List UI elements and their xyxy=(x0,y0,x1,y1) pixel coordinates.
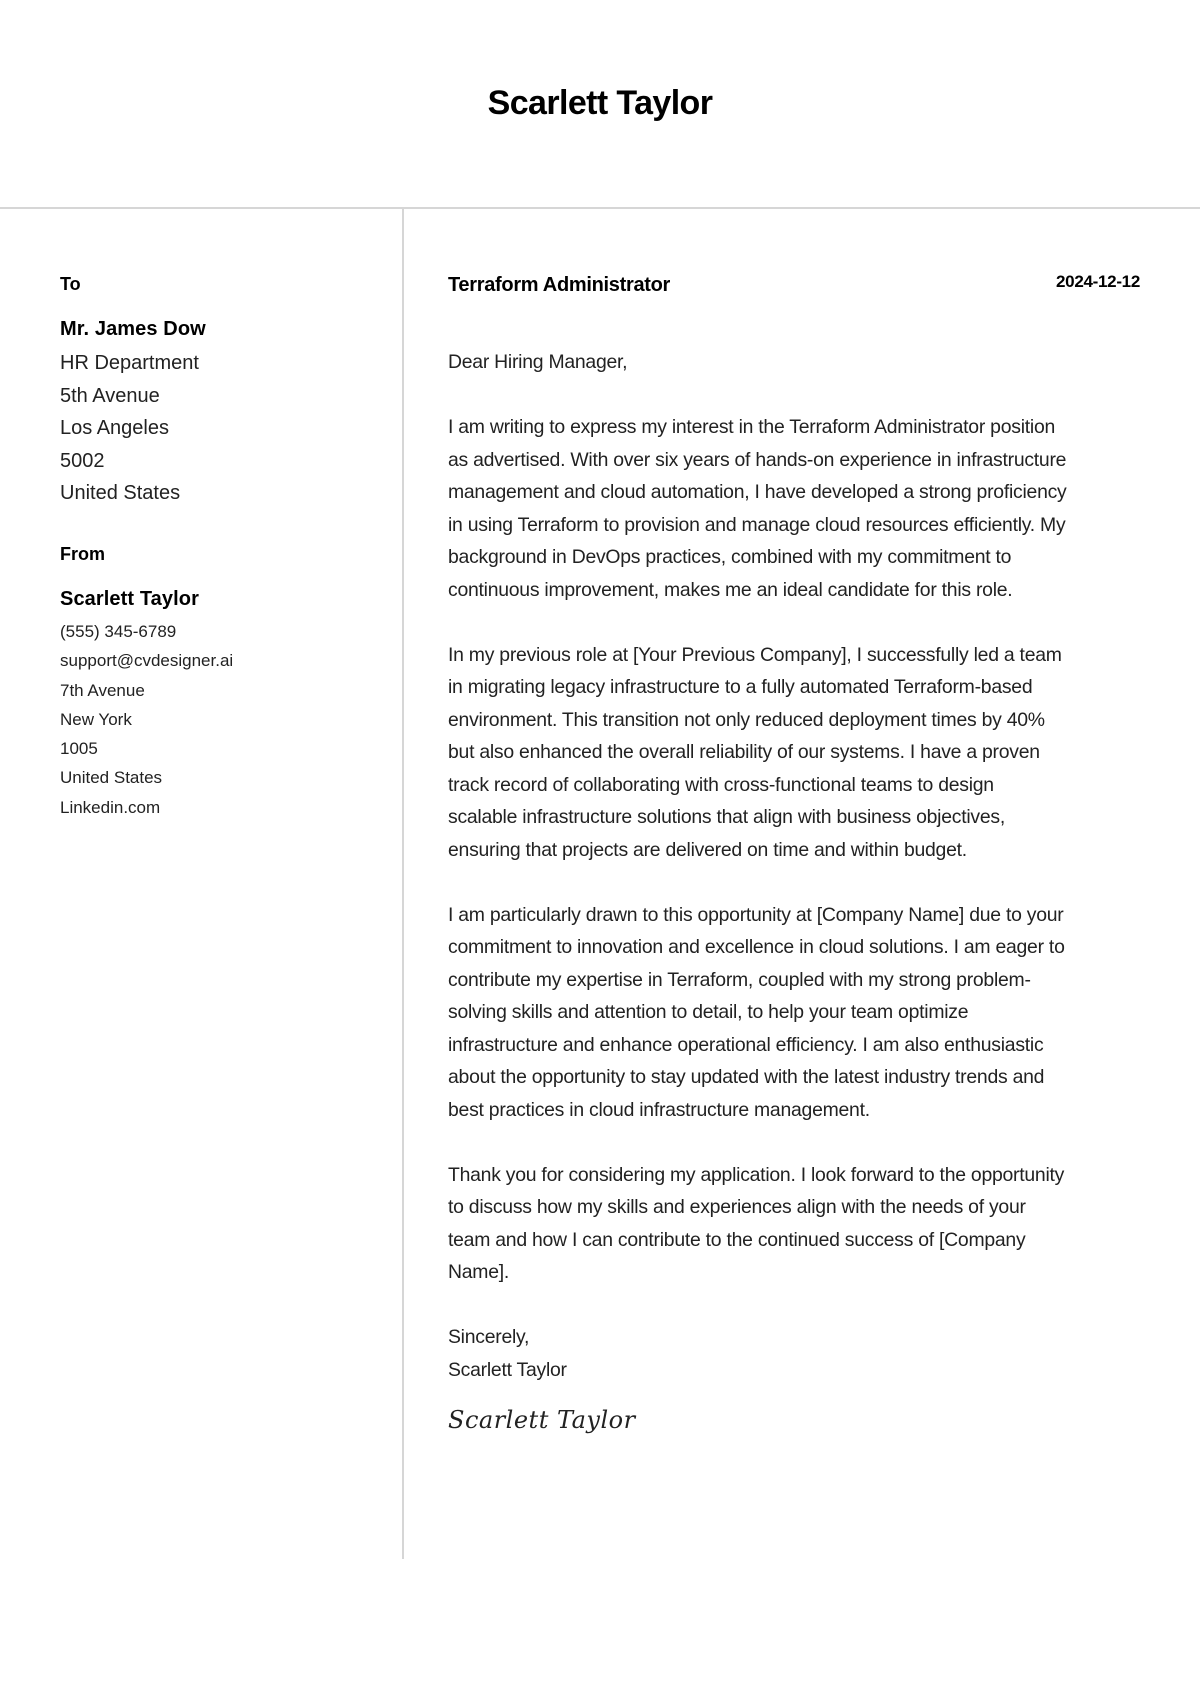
sender-street: 7th Avenue xyxy=(60,680,145,700)
paragraph-line: background in DevOps practices, combined… xyxy=(448,546,1012,568)
paragraph-line: in migrating legacy infrastructure to a … xyxy=(448,676,1033,698)
handwritten-signature: Scarlett Taylor xyxy=(448,1406,636,1434)
job-title: Terraform Administrator xyxy=(448,274,671,296)
paragraph-line: contribute my expertise in Terraform, co… xyxy=(448,968,1031,991)
recipient-country: United States xyxy=(60,482,181,504)
paragraph-line: continuous improvement, makes me an idea… xyxy=(448,578,1013,601)
column-divider xyxy=(402,209,404,1559)
sender-postal-code: 1005 xyxy=(60,739,98,759)
letter-date: 2024-12-12 xyxy=(1056,272,1140,291)
to-label: To xyxy=(60,274,81,294)
page-header: Scarlett Taylor xyxy=(0,0,1200,209)
paragraph-line: I am particularly drawn to this opportun… xyxy=(448,903,1064,926)
from-label: From xyxy=(60,544,105,564)
paragraph-line: Name]. xyxy=(448,1261,509,1283)
paragraph-line: to discuss how my skills and experiences… xyxy=(448,1196,1026,1218)
sender-email[interactable]: support@cvdesigner.ai xyxy=(60,646,233,675)
paragraph-line: environment. This transition not only re… xyxy=(448,708,1045,731)
recipient-postal-code: 5002 xyxy=(60,449,105,472)
paragraph-line: track record of collaborating with cross… xyxy=(448,773,994,796)
salutation: Dear Hiring Manager, xyxy=(448,346,1148,379)
closing-block: Sincerely, Scarlett Taylor xyxy=(448,1321,1148,1386)
paragraph-line: Thank you for considering my application… xyxy=(448,1163,1065,1186)
recipient-name: Mr. James Dow xyxy=(60,318,206,340)
recipient-department: HR Department xyxy=(60,352,199,374)
paragraph-line: ensuring that projects are delivered on … xyxy=(448,838,967,861)
paragraph-line: best practices in cloud infrastructure m… xyxy=(448,1098,870,1121)
sender-contact: (555) 345-6789 support@cvdesigner.ai 7th… xyxy=(60,617,233,822)
sender-website[interactable]: Linkedin.com xyxy=(60,793,233,822)
paragraph-line: management and cloud automation, I have … xyxy=(448,481,1067,503)
paragraph-line: team and how I can contribute to the con… xyxy=(448,1228,1026,1251)
paragraph-line: infrastructure and enhance operational e… xyxy=(448,1033,1044,1056)
paragraph-line: I am writing to express my interest in t… xyxy=(448,416,1056,438)
recipient-address: HR Department 5th Avenue Los Angeles 500… xyxy=(60,347,199,510)
paragraph-line: scalable infrastructure solutions that a… xyxy=(448,806,1005,828)
paragraph-1: I am writing to express my interest in t… xyxy=(448,411,1148,606)
salutation-text: Dear Hiring Manager, xyxy=(448,351,628,373)
sender-city: New York xyxy=(60,709,132,729)
sender-country: United States xyxy=(60,768,163,788)
recipient-city: Los Angeles xyxy=(60,417,169,439)
paragraph-4: Thank you for considering my application… xyxy=(448,1159,1148,1289)
closing-name: Scarlett Taylor xyxy=(448,1358,567,1381)
letter-body: Dear Hiring Manager, I am writing to exp… xyxy=(448,346,1148,1386)
recipient-street: 5th Avenue xyxy=(60,384,160,407)
paragraph-3: I am particularly drawn to this opportun… xyxy=(448,899,1148,1127)
paragraph-line: about the opportunity to stay updated wi… xyxy=(448,1066,1045,1088)
closing-text: Sincerely, xyxy=(448,1326,530,1348)
paragraph-2: In my previous role at [Your Previous Co… xyxy=(448,639,1148,867)
sender-phone: (555) 345-6789 xyxy=(60,622,177,641)
sender-name: Scarlett Taylor xyxy=(60,588,199,610)
paragraph-line: solving skills and attention to detail, … xyxy=(448,1001,969,1023)
paragraph-line: in using Terraform to provision and mana… xyxy=(448,513,1066,536)
paragraph-line: as advertised. With over six years of ha… xyxy=(448,448,1067,471)
applicant-name-title: Scarlett Taylor xyxy=(487,84,713,122)
paragraph-line: commitment to innovation and excellence … xyxy=(448,936,1065,958)
paragraph-line: but also enhanced the overall reliabilit… xyxy=(448,741,1040,763)
paragraph-line: In my previous role at [Your Previous Co… xyxy=(448,643,1062,666)
